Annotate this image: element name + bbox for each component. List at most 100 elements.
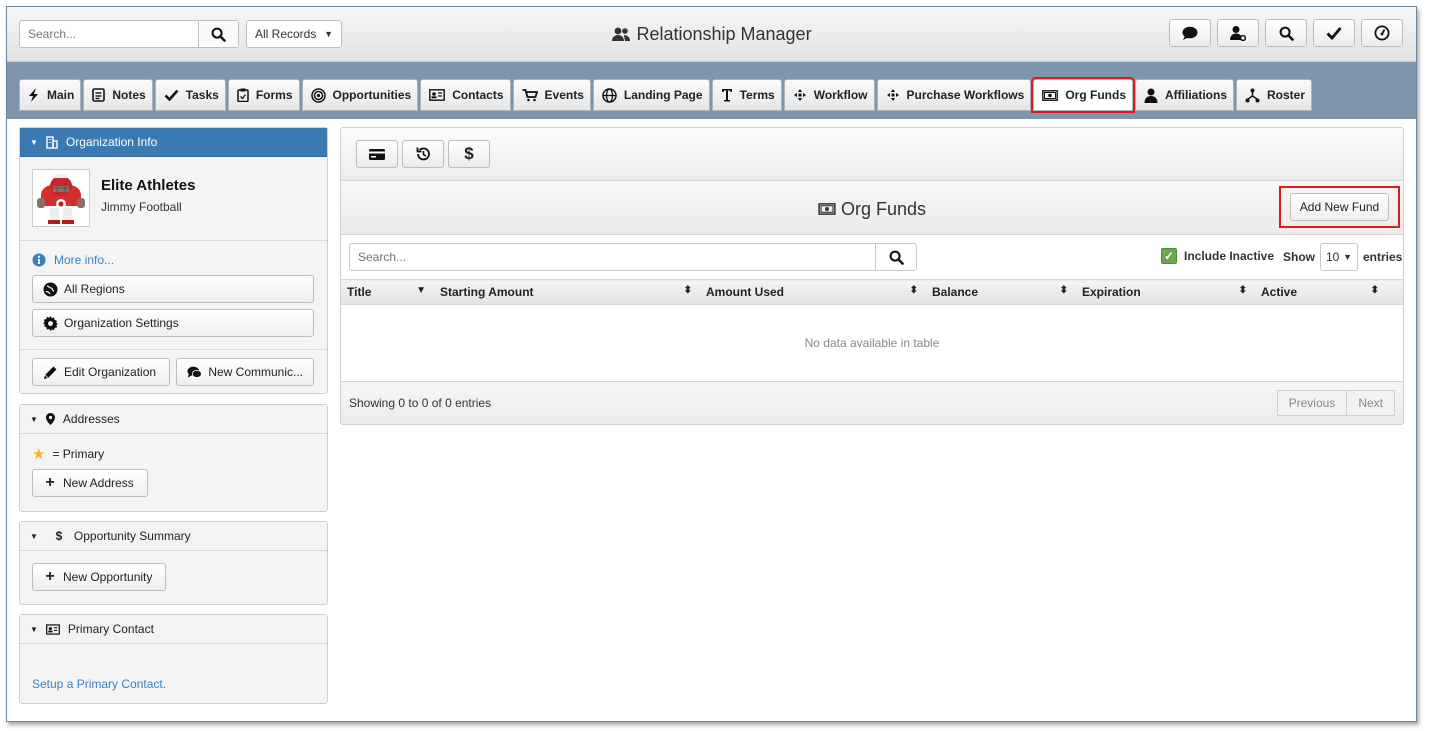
tab-roster[interactable]: Roster: [1236, 79, 1313, 111]
org-contact-name: Jimmy Football: [101, 200, 182, 214]
clipboard-icon: [237, 88, 249, 102]
primary-contact-header[interactable]: ▼ Primary Contact: [20, 615, 327, 644]
tab-opportunities[interactable]: Opportunities: [301, 79, 419, 111]
table-info: Showing 0 to 0 of 0 entries: [349, 396, 492, 410]
funds-dollar-button[interactable]: $: [448, 140, 490, 168]
column-header-balance[interactable]: Balance ⬍: [926, 279, 1076, 305]
funds-title-bar: Org Funds Add New Fund: [341, 181, 1403, 235]
cart-icon: [522, 88, 538, 101]
collapse-triangle-icon: ▼: [30, 624, 38, 634]
all-regions-label: All Regions: [64, 282, 125, 296]
more-info-link[interactable]: More info...: [32, 252, 315, 268]
gear-icon: [43, 315, 58, 331]
messages-button[interactable]: [1169, 19, 1211, 47]
tab-contacts[interactable]: Contacts: [420, 79, 511, 111]
user-settings-button[interactable]: [1217, 19, 1259, 47]
globe-icon: [43, 282, 58, 296]
tab-events[interactable]: Events: [512, 79, 591, 111]
edit-organization-button[interactable]: Edit Organization: [32, 358, 170, 386]
tab-workflow[interactable]: Workflow: [783, 79, 875, 111]
tab-label: Contacts: [452, 88, 504, 102]
main-content: ▼ Organization Info Elite Athletes Jimmy…: [7, 119, 1416, 721]
plus-icon: +: [45, 474, 55, 491]
funds-filter-row: ✓ Include Inactive Show 10 ▼ entries: [341, 235, 1403, 279]
primary-legend-text: = Primary: [52, 447, 105, 461]
workflow-icon: [886, 89, 899, 101]
top-header: All Records ▼ Relationship Manager: [7, 7, 1416, 62]
include-inactive-toggle[interactable]: ✓ Include Inactive: [1161, 248, 1274, 264]
column-header-active[interactable]: Active ⬍: [1255, 279, 1403, 305]
tab-affiliations[interactable]: Affiliations: [1135, 79, 1234, 111]
user-settings-icon: [1230, 26, 1246, 41]
opportunity-summary-header[interactable]: ▼ $ Opportunity Summary: [20, 522, 327, 551]
previous-page-button[interactable]: Previous: [1276, 390, 1348, 416]
new-communication-button[interactable]: New Communic...: [176, 358, 314, 386]
page-size-control: Show 10 ▼ entries: [1283, 243, 1402, 271]
roster-icon: [1245, 88, 1260, 102]
tab-label: Landing Page: [623, 88, 703, 102]
tab-label: Terms: [739, 88, 775, 102]
workflow-icon: [793, 89, 806, 101]
dashboard-button[interactable]: [1361, 19, 1403, 47]
page-size-select[interactable]: 10 ▼: [1320, 243, 1358, 271]
plus-icon: +: [45, 568, 55, 585]
tab-label: Org Funds: [1065, 88, 1126, 102]
page-title-text: Org Funds: [840, 198, 927, 219]
organization-info-panel: ▼ Organization Info Elite Athletes Jimmy…: [19, 127, 328, 394]
tab-terms[interactable]: Terms: [711, 79, 782, 111]
primary-contact-body: Setup a Primary Contact.: [20, 644, 327, 691]
new-opportunity-button[interactable]: + New Opportunity: [32, 563, 166, 591]
addresses-panel: ▼ Addresses ★ = Primary + New Address: [19, 404, 328, 512]
all-regions-button[interactable]: All Regions: [32, 275, 314, 303]
column-header-starting-amount[interactable]: Starting Amount ⬍: [434, 279, 700, 305]
column-header-title[interactable]: Title ▼: [341, 279, 434, 305]
table-header-row: Title ▼ Starting Amount ⬍ Amount Used ⬍ Bal…: [341, 279, 1403, 305]
tab-label: Affiliations: [1165, 88, 1227, 102]
organization-info-header[interactable]: ▼ Organization Info: [20, 128, 327, 157]
funds-toolbar: $: [341, 128, 1403, 181]
tab-label: Workflow: [813, 88, 868, 102]
search-icon: [889, 250, 904, 265]
tab-purchase-workflows[interactable]: Purchase Workflows: [876, 79, 1032, 111]
funds-history-button[interactable]: [402, 140, 444, 168]
advanced-search-button[interactable]: [1265, 19, 1307, 47]
include-inactive-label: Include Inactive: [1184, 249, 1275, 263]
new-address-button[interactable]: + New Address: [32, 469, 148, 497]
next-page-button[interactable]: Next: [1347, 390, 1395, 416]
tab-label: Opportunities: [332, 88, 412, 102]
show-label: Show: [1283, 250, 1315, 264]
money-icon: [818, 203, 836, 216]
tab-tasks[interactable]: Tasks: [154, 79, 226, 111]
sort-icon: ⬍: [1370, 285, 1379, 296]
organization-settings-button[interactable]: Organization Settings: [32, 309, 314, 337]
new-communication-label: New Communic...: [208, 365, 303, 379]
funds-table-footer: Showing 0 to 0 of 0 entries Previous Nex…: [341, 382, 1403, 424]
column-header-expiration[interactable]: Expiration ⬍: [1076, 279, 1255, 305]
add-new-fund-button[interactable]: Add New Fund: [1289, 193, 1390, 221]
tab-main[interactable]: Main: [19, 79, 82, 111]
new-address-label: New Address: [63, 476, 134, 490]
dollar-icon: $: [464, 144, 474, 163]
check-icon: [1326, 27, 1342, 40]
tab-notes[interactable]: Notes: [83, 79, 153, 111]
checkbox-checked-icon[interactable]: ✓: [1161, 248, 1177, 264]
tab-forms[interactable]: Forms: [227, 79, 300, 111]
new-opportunity-label: New Opportunity: [63, 570, 153, 584]
tab-label: Notes: [112, 88, 146, 102]
setup-primary-contact-link[interactable]: Setup a Primary Contact.: [32, 677, 166, 691]
contact-card-icon: [46, 623, 60, 635]
money-icon: [1042, 89, 1059, 101]
credit-card-icon: [369, 148, 385, 160]
addresses-header[interactable]: ▼ Addresses: [20, 405, 327, 434]
notes-icon: [92, 88, 106, 102]
funds-search-input[interactable]: [350, 244, 875, 270]
opportunity-summary-panel: ▼ $ Opportunity Summary + New Opportunit…: [19, 521, 328, 605]
column-header-amount-used[interactable]: Amount Used ⬍: [700, 279, 926, 305]
tasks-button[interactable]: [1313, 19, 1355, 47]
funds-search-button[interactable]: [875, 244, 916, 270]
funds-card-button[interactable]: [356, 140, 398, 168]
tab-label: Main: [47, 88, 75, 102]
tab-org-funds[interactable]: Org Funds: [1031, 77, 1135, 113]
edit-organization-label: Edit Organization: [64, 365, 157, 379]
tab-landing-page[interactable]: Landing Page: [592, 79, 710, 111]
